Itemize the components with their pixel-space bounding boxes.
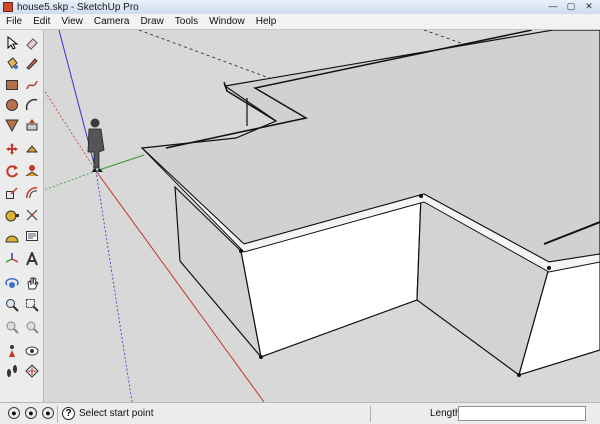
geo-location-icon[interactable]: ● (8, 407, 20, 419)
status-bar: ● ● ● ? Select start point Length (0, 402, 600, 424)
select-tool-icon[interactable] (3, 34, 20, 51)
move-tool-icon[interactable] (3, 140, 20, 157)
position-camera-icon[interactable] (3, 342, 20, 359)
paint-bucket-icon[interactable] (3, 54, 20, 71)
follow-me-icon[interactable] (23, 140, 40, 157)
user-account-icon[interactable]: ● (42, 407, 54, 419)
look-around-icon[interactable] (23, 342, 40, 359)
rectangle-tool-icon[interactable] (3, 76, 20, 93)
maximize-button[interactable]: ▢ (562, 0, 580, 13)
orbit-tool-icon[interactable] (3, 274, 20, 291)
scale-figure-person (87, 118, 105, 172)
green-axis-negative (44, 170, 97, 191)
green-axis (95, 154, 145, 172)
menu-help[interactable]: Help (250, 14, 282, 29)
freehand-tool-icon[interactable] (23, 76, 40, 93)
protractor-icon[interactable] (3, 228, 20, 245)
credits-icon[interactable]: ● (25, 407, 37, 419)
status-hint-text: Select start point (79, 408, 154, 419)
scale-tool-icon[interactable] (3, 184, 20, 201)
rotate-tool-icon[interactable] (3, 162, 20, 179)
menu-draw[interactable]: Draw (134, 14, 168, 29)
pencil-line-icon[interactable] (23, 54, 40, 71)
menu-bar: File Edit View Camera Draw Tools Window … (0, 14, 600, 30)
previous-view-icon[interactable] (3, 318, 20, 335)
window-controls: — ▢ ✕ (544, 0, 598, 14)
divider (57, 406, 58, 422)
sketchup-app-icon (3, 2, 13, 12)
menu-view[interactable]: View (55, 14, 88, 29)
blue-axis-negative (95, 170, 133, 402)
text-tool-icon[interactable] (23, 228, 40, 245)
zoom-window-icon[interactable] (23, 296, 40, 313)
minimize-button[interactable]: — (544, 0, 562, 13)
measurements-label: Length (430, 408, 461, 419)
walk-tool-icon[interactable] (3, 362, 20, 379)
title-bar: house5.skp - SketchUp Pro — ▢ ✕ (0, 0, 600, 14)
divider (370, 406, 371, 422)
3d-text-icon[interactable] (23, 250, 40, 267)
polygon-tool-icon[interactable] (3, 116, 20, 133)
menu-window[interactable]: Window (203, 14, 250, 29)
section-plane-icon[interactable] (23, 362, 40, 379)
window-title: house5.skp - SketchUp Pro (17, 1, 139, 13)
large-tool-set (0, 30, 44, 402)
model-scene (44, 30, 600, 402)
instructor-help-icon[interactable]: ? (62, 407, 75, 420)
menu-tools[interactable]: Tools (169, 14, 203, 29)
modeling-viewport[interactable] (44, 30, 600, 402)
eraser-tool-icon[interactable] (23, 34, 40, 51)
zoom-tool-icon[interactable] (3, 296, 20, 313)
offset-tool-icon[interactable] (23, 184, 40, 201)
menu-camera[interactable]: Camera (88, 14, 135, 29)
axes-tool-icon[interactable] (3, 250, 20, 267)
measurements-input[interactable] (458, 406, 586, 421)
circle-tool-icon[interactable] (3, 96, 20, 113)
dimension-tool-icon[interactable] (23, 206, 40, 223)
close-button[interactable]: ✕ (580, 0, 598, 13)
arc-tool-icon[interactable] (23, 96, 40, 113)
tape-measure-icon[interactable] (3, 206, 20, 223)
menu-edit[interactable]: Edit (27, 14, 55, 29)
red-axis-negative (44, 89, 97, 172)
follow-me-path-icon[interactable] (23, 162, 40, 179)
pan-tool-icon[interactable] (23, 274, 40, 291)
push-pull-icon[interactable] (23, 116, 40, 133)
next-view-icon[interactable] (23, 318, 40, 335)
menu-file[interactable]: File (0, 14, 27, 29)
